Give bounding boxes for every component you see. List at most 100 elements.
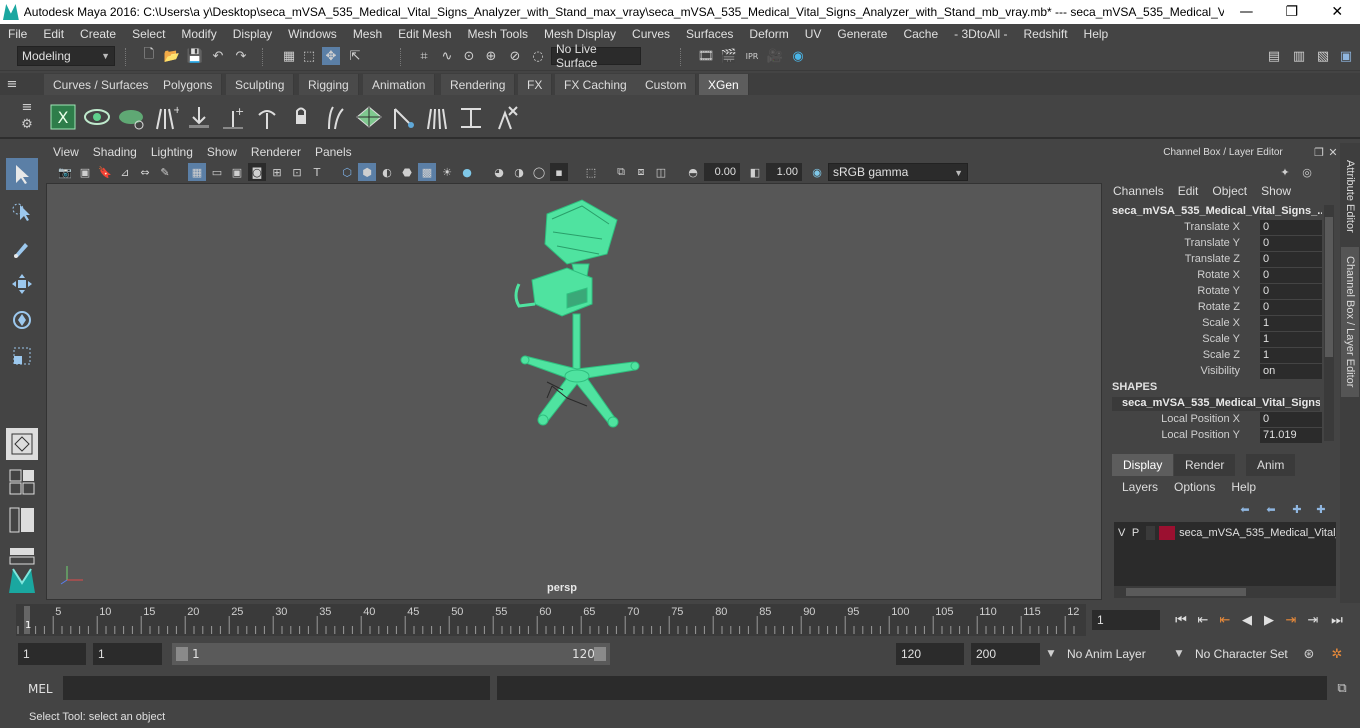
layer-tab-display[interactable]: Display [1112,454,1174,476]
auto-key-icon[interactable]: ⊛ [1300,645,1318,663]
selected-object-name[interactable]: seca_mVSA_535_Medical_Vital_Signs_... [1112,205,1322,217]
channel-box-menu-object[interactable]: Object [1205,184,1254,200]
select-component-icon[interactable]: ✥ [322,47,340,65]
menu-edit-mesh[interactable]: Edit Mesh [390,27,459,41]
current-frame-field[interactable]: 1 [1092,610,1160,630]
shelf-tab-polygons[interactable]: Polygons [154,74,223,95]
depth-of-field-icon[interactable]: ▪ [550,163,568,181]
minimize-button[interactable]: — [1224,0,1269,24]
shelf-tab-xgen[interactable]: XGen [699,74,749,95]
attr-translate-z[interactable]: Translate Z0 [1106,252,1326,268]
gamma-icon[interactable]: ◧ [746,163,764,181]
select-object-icon[interactable]: ⬚ [300,47,318,65]
menu-cache[interactable]: Cache [895,27,946,41]
redo-icon[interactable]: ↷ [232,47,250,65]
step-back-key-icon[interactable]: ⇤ [1194,611,1212,629]
layer-hscrollbar[interactable] [1114,586,1336,598]
select-mask-icon[interactable]: ⇱ [346,47,364,65]
maya-home-icon[interactable] [6,564,38,596]
manipulator-icon[interactable]: ✦ [1276,163,1294,181]
play-backwards-icon[interactable]: ◀ [1238,611,1256,629]
xgen-editor-icon[interactable]: X [48,102,78,132]
layer-name[interactable]: seca_mVSA_535_Medical_Vital_ [1179,527,1336,539]
speed-icon[interactable]: ◎ [1298,163,1316,181]
render-view-icon[interactable]: 🎥 [766,47,784,65]
viewport-menu-view[interactable]: View [46,145,86,159]
xgen-guide-rebuild-icon[interactable] [354,102,384,132]
menu-curves[interactable]: Curves [624,27,678,41]
menu-create[interactable]: Create [72,27,124,41]
ipr-render-icon[interactable]: IPR [743,47,761,65]
grease-pencil-icon[interactable]: ✎ [156,163,174,181]
layer-menu-help[interactable]: Help [1223,480,1264,494]
exposure-icon[interactable]: ◓ [684,163,702,181]
xgen-guide-flatten-icon[interactable] [456,102,486,132]
render-settings-icon[interactable]: 🎞 [697,47,715,65]
snap-view-icon[interactable]: ⊕ [482,47,500,65]
render-frame-icon[interactable]: 🎬 [720,47,738,65]
image-plane-icon[interactable]: ⊿ [116,163,134,181]
undo-icon[interactable]: ↶ [209,47,227,65]
chevron-down-icon[interactable]: ▼ [1170,645,1188,663]
xgen-guide-normalize-icon[interactable] [388,102,418,132]
shelf-tab-rendering[interactable]: Rendering [441,74,516,95]
screen-space-ao-icon[interactable]: ◕ [490,163,508,181]
lasso-tool-icon[interactable] [6,196,38,228]
layer-playback-toggle[interactable]: P [1126,527,1140,539]
menu-help[interactable]: Help [1076,27,1117,41]
workspace-icon[interactable]: ▤ [1265,47,1283,65]
paint-select-tool-icon[interactable] [6,232,38,264]
menu-3dtoall[interactable]: - 3DtoAll - [946,27,1015,41]
color-management-icon[interactable]: ◉ [808,163,826,181]
menu-file[interactable]: File [0,27,35,41]
viewport-menu-renderer[interactable]: Renderer [244,145,308,159]
exposure-field[interactable]: 0.00 [704,163,740,181]
xgen-preview-icon[interactable] [82,102,112,132]
viewport-menu-shading[interactable]: Shading [86,145,144,159]
live-surface-icon[interactable]: ◌ [529,47,547,65]
layer-type-toggle[interactable] [1145,526,1156,540]
film-gate-icon[interactable]: ▭ [208,163,226,181]
textured-icon[interactable]: ▩ [418,163,436,181]
scrollbar-thumb[interactable] [1325,217,1333,357]
layer-row[interactable]: V P seca_mVSA_535_Medical_Vital_ [1114,524,1336,542]
chevron-down-icon[interactable]: ▼ [1042,645,1060,663]
time-slider[interactable]: 5 10 15 20 25 30 35 40 45 50 55 60 65 70 75 80 85 90 95 100… [16,604,1086,636]
command-language-label[interactable]: MEL [28,682,53,696]
resolution-gate-icon[interactable]: ▣ [228,163,246,181]
playback-start-field[interactable]: 1 [93,643,162,665]
shelf-tab-curves-surfaces[interactable]: Curves / Surfaces [44,74,159,95]
snap-point-icon[interactable]: ⊙ [460,47,478,65]
outliner-layout-icon[interactable] [6,504,38,536]
single-perspective-layout-icon[interactable] [6,428,38,460]
attr-rotate-x[interactable]: Rotate X0 [1106,268,1326,284]
colorspace-dropdown[interactable]: sRGB gamma ▼ [828,163,968,181]
attr-local-position-y[interactable]: Local Position Y 71.019 [1106,428,1326,444]
step-back-frame-icon[interactable]: ⇤ [1216,611,1234,629]
wireframe-on-shaded-icon[interactable]: ◐ [378,163,396,181]
script-editor-icon[interactable]: ⧉ [1333,679,1351,697]
xray-joints-icon[interactable]: ⧉ [612,163,630,181]
shelf-tab-rigging[interactable]: Rigging [299,74,359,95]
range-slider-end-handle[interactable] [594,647,606,661]
playback-end-field[interactable]: 120 [896,643,964,665]
toggle-panels-icon[interactable]: ▥ [1290,47,1308,65]
channel-box-scrollbar[interactable] [1324,205,1334,441]
animation-preferences-icon[interactable]: ✲ [1328,645,1346,663]
grid-toggle-icon[interactable]: ▦ [188,163,206,181]
xgen-guide-lock-icon[interactable] [286,102,316,132]
field-chart-icon[interactable]: ⊞ [268,163,286,181]
mode-dropdown[interactable]: Modeling ▼ [17,46,115,66]
xgen-guide-delete-icon[interactable] [490,102,520,132]
attr-scale-x[interactable]: Scale X1 [1106,316,1326,332]
maximize-button[interactable]: ❐ [1269,0,1314,24]
menu-mesh-display[interactable]: Mesh Display [536,27,624,41]
animation-start-field[interactable]: 1 [18,643,86,665]
menu-mesh-tools[interactable]: Mesh Tools [460,27,536,41]
step-forward-key-icon[interactable]: ⇥ [1304,611,1322,629]
layer-menu-options[interactable]: Options [1166,480,1223,494]
snap-surface-icon[interactable]: ⊘ [506,47,524,65]
rotate-tool-icon[interactable] [6,304,38,336]
shelf-tab-custom[interactable]: Custom [636,74,697,95]
shelf-tab-sculpting[interactable]: Sculpting [226,74,295,95]
